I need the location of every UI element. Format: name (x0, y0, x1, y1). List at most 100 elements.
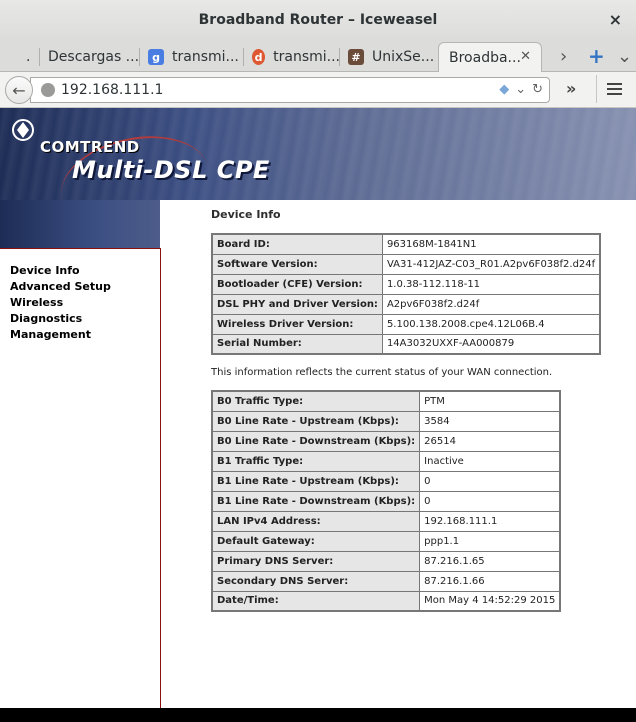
device-info-table: Board ID: 963168M-1841N1 Software Version… (211, 233, 602, 355)
tab-5[interactable]: # UnixSe... (340, 42, 438, 72)
table-value: Inactive (419, 450, 561, 472)
brand-name: COMTREND (40, 138, 140, 156)
site-identity-icon (41, 83, 55, 97)
tab-label: . (26, 49, 31, 65)
tab-4[interactable]: d transmi... (244, 42, 340, 72)
table-value: PTM (419, 390, 561, 412)
table-key: Primary DNS Server: (211, 550, 421, 572)
new-tab-icon[interactable]: + (588, 44, 605, 68)
table-row: DSL PHY and Driver Version: A2pv6F038f2.d… (211, 293, 601, 315)
sidebar-item-advanced-setup[interactable]: Advanced Setup (10, 279, 160, 295)
table-row: B1 Line Rate - Upstream (Kbps): 0 (211, 470, 561, 492)
tab-list-icon[interactable]: ⌄ (617, 46, 632, 67)
tab-label: transmi... (273, 49, 340, 65)
table-value: 87.216.1.66 (419, 570, 561, 592)
google-icon: g (148, 49, 164, 65)
tab-2[interactable]: Descargas ... (40, 42, 140, 72)
table-row: Board ID: 963168M-1841N1 (211, 233, 601, 255)
table-value: 192.168.111.1 (419, 510, 561, 532)
tab-1[interactable]: . (0, 42, 40, 72)
table-row: Primary DNS Server: 87.216.1.65 (211, 550, 561, 572)
tab-6-active[interactable]: Broadba... ✕ (438, 42, 542, 72)
table-row: Default Gateway: ppp1.1 (211, 530, 561, 552)
back-button[interactable]: ← (5, 76, 33, 104)
table-row: Bootloader (CFE) Version: 1.0.38-112.118-… (211, 273, 601, 295)
table-row: Wireless Driver Version: 5.100.138.2008.c… (211, 313, 601, 335)
tab-label: transmi... (172, 49, 239, 65)
table-row: Date/Time: Mon May 4 14:52:29 2015 (211, 590, 561, 612)
table-key: LAN IPv4 Address: (211, 510, 421, 532)
window-titlebar: Broadband Router – Iceweasel × (0, 0, 636, 40)
navigation-bar: 192.168.111.1 ◆ ⌄ ↻ ← (0, 72, 636, 108)
bookmark-icon[interactable]: ◆ (499, 82, 509, 97)
sidebar-item-diagnostics[interactable]: Diagnostics (10, 311, 160, 327)
sidebar-item-management[interactable]: Management (10, 327, 160, 343)
table-value: 87.216.1.65 (419, 550, 561, 572)
duckduckgo-icon: d (252, 49, 266, 65)
table-value: A2pv6F038f2.d24f (381, 293, 601, 315)
tab-label: Descargas ... (48, 49, 140, 65)
wan-status-note: This information reflects the current st… (211, 367, 553, 378)
table-value: 1.0.38-112.118-11 (381, 273, 601, 295)
table-key: Serial Number: (211, 333, 383, 355)
table-key: Software Version: (211, 253, 383, 275)
table-value: Mon May 4 14:52:29 2015 (419, 590, 561, 612)
tab-label: Broadba... (449, 49, 521, 66)
banner-extension (0, 200, 160, 248)
table-key: Secondary DNS Server: (211, 570, 421, 592)
table-key: B0 Line Rate - Downstream (Kbps): (211, 430, 421, 452)
menu-icon-line (607, 88, 622, 90)
table-row: Software Version: VA31-412JAZ-C03_R01.A2p… (211, 253, 601, 275)
table-value: 3584 (419, 410, 561, 432)
url-bar-icons: ◆ ⌄ ↻ (499, 82, 543, 97)
unix-se-icon: # (348, 49, 364, 65)
table-value: 26514 (419, 430, 561, 452)
tab-bar: . Descargas ... g transmi... d transmi..… (0, 40, 636, 72)
table-key: B1 Line Rate - Downstream (Kbps): (211, 490, 421, 512)
table-row: B0 Traffic Type: PTM (211, 390, 561, 412)
page-title: Device Info (211, 208, 281, 221)
table-row: B0 Line Rate - Downstream (Kbps): 26514 (211, 430, 561, 452)
table-row: Serial Number: 14A3032UXXF-AA000879 (211, 333, 601, 355)
sidebar-item-wireless[interactable]: Wireless (10, 295, 160, 311)
table-key: B0 Traffic Type: (211, 390, 421, 412)
tab-scroll-right-icon[interactable]: › (560, 46, 567, 67)
table-key: Wireless Driver Version: (211, 313, 383, 335)
tab-3[interactable]: g transmi... (140, 42, 244, 72)
menu-button[interactable] (596, 75, 632, 103)
router-page: COMTREND Multi-DSL CPE Device Info Advan… (0, 108, 636, 722)
table-row: B1 Traffic Type: Inactive (211, 450, 561, 472)
table-row: B0 Line Rate - Upstream (Kbps): 3584 (211, 410, 561, 432)
table-key: Board ID: (211, 233, 383, 255)
table-value: 14A3032UXXF-AA000879 (381, 333, 601, 355)
table-row: Secondary DNS Server: 87.216.1.66 (211, 570, 561, 592)
table-value: 5.100.138.2008.cpe4.12L06B.4 (381, 313, 601, 335)
table-value: VA31-412JAZ-C03_R01.A2pv6F038f2.d24f (381, 253, 601, 275)
tab-close-icon[interactable]: ✕ (520, 49, 531, 64)
menu-icon-line (607, 93, 622, 95)
table-key: Default Gateway: (211, 530, 421, 552)
dropdown-icon[interactable]: ⌄ (515, 82, 526, 97)
table-value: 0 (419, 470, 561, 492)
reload-icon[interactable]: ↻ (532, 82, 543, 97)
table-row: LAN IPv4 Address: 192.168.111.1 (211, 510, 561, 532)
comtrend-logo-icon (12, 119, 34, 141)
table-key: B0 Line Rate - Upstream (Kbps): (211, 410, 421, 432)
product-name: Multi-DSL CPE (72, 156, 270, 184)
toolbar-overflow-icon[interactable]: » (566, 79, 576, 98)
router-sidebar: Device Info Advanced Setup Wireless Diag… (0, 248, 161, 708)
page-footer-bar (0, 708, 636, 722)
table-value: 0 (419, 490, 561, 512)
window-close-button[interactable]: × (609, 10, 622, 29)
menu-icon-line (607, 83, 622, 85)
wan-status-table: B0 Traffic Type: PTM B0 Line Rate - Upstr… (211, 390, 562, 612)
table-key: B1 Traffic Type: (211, 450, 421, 472)
tab-label: UnixSe... (372, 49, 435, 65)
table-key: Bootloader (CFE) Version: (211, 273, 383, 295)
table-key: DSL PHY and Driver Version: (211, 293, 383, 315)
url-bar[interactable]: 192.168.111.1 ◆ ⌄ ↻ (30, 77, 550, 103)
window-title: Broadband Router – Iceweasel (198, 12, 438, 28)
table-value: ppp1.1 (419, 530, 561, 552)
table-value: 963168M-1841N1 (381, 233, 601, 255)
sidebar-item-device-info[interactable]: Device Info (10, 263, 160, 279)
